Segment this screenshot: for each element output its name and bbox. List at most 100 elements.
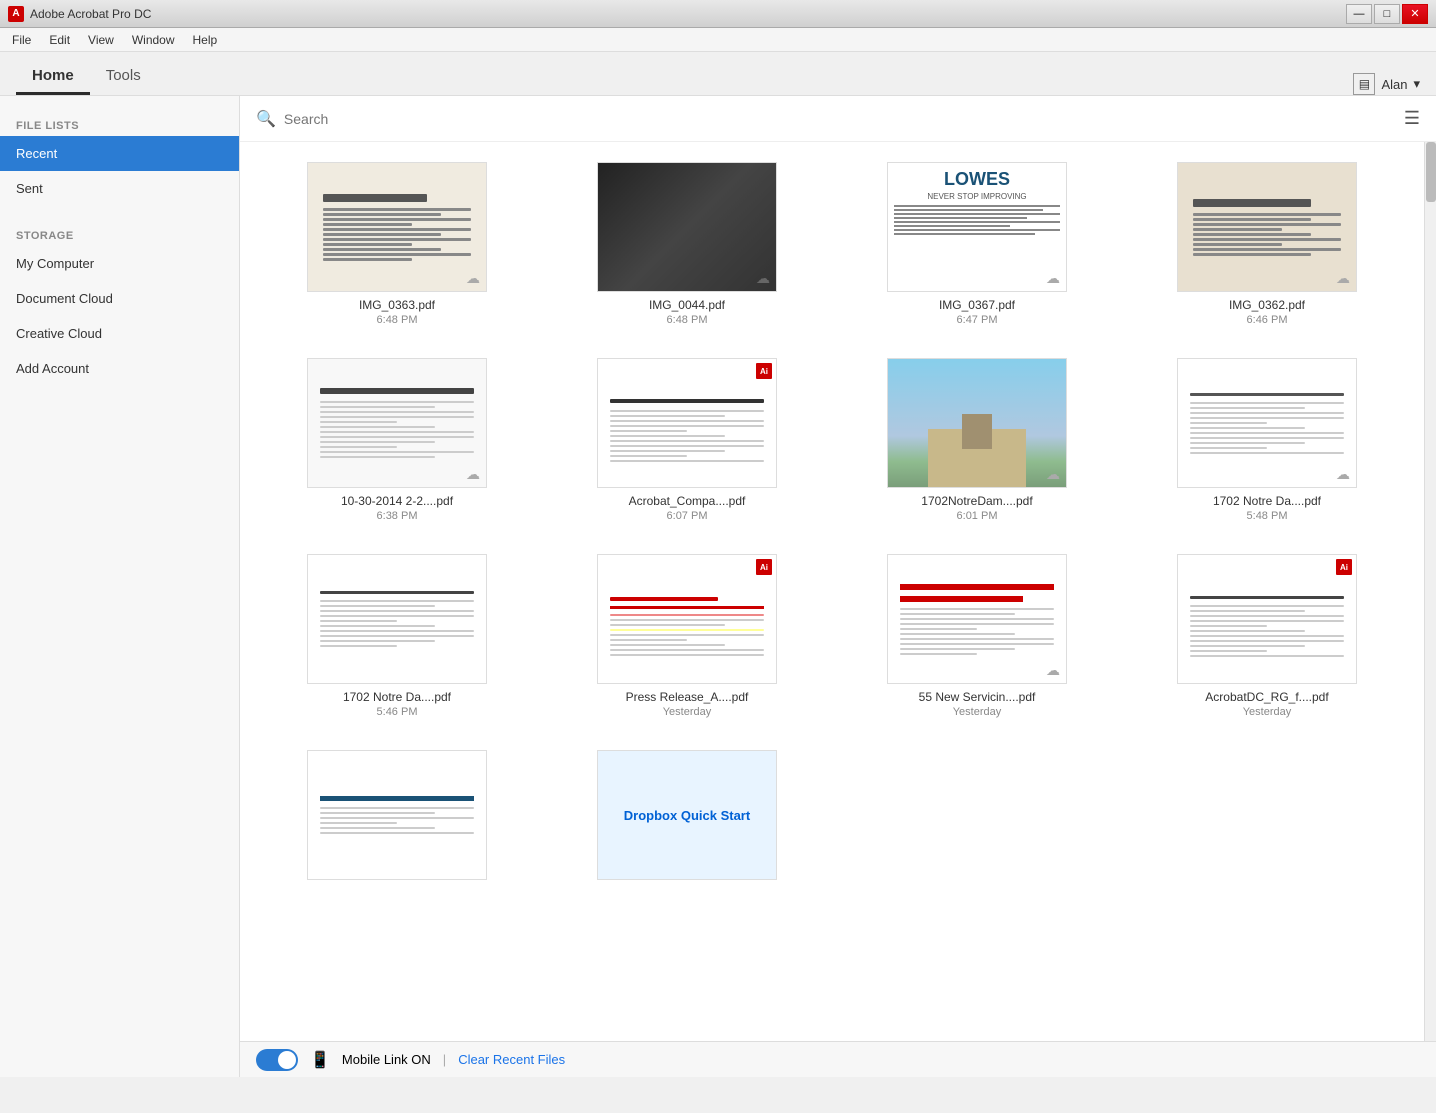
sidebar-item-add-account[interactable]: Add Account xyxy=(0,351,239,386)
clear-recent-files-link[interactable]: Clear Recent Files xyxy=(458,1052,565,1067)
file-name: 1702NotreDam....pdf xyxy=(921,494,1032,508)
file-time: 6:46 PM xyxy=(1247,314,1288,326)
app-title: Adobe Acrobat Pro DC xyxy=(30,7,151,21)
sidebar-item-creative-cloud[interactable]: Creative Cloud xyxy=(0,316,239,351)
sidebar-item-recent[interactable]: Recent xyxy=(0,136,239,171)
file-thumbnail: ☁ xyxy=(1177,162,1357,292)
tab-right-area: ▤ Alan ▾ xyxy=(1353,73,1420,95)
file-item[interactable]: ☁ IMG_0044.pdf 6:48 PM xyxy=(550,158,824,330)
tab-tools[interactable]: Tools xyxy=(90,59,157,95)
adobe-badge: Ai xyxy=(1336,559,1352,575)
user-area[interactable]: ▤ Alan ▾ xyxy=(1353,73,1420,95)
file-thumbnail: Ai xyxy=(597,554,777,684)
sidebar: FILE LISTS Recent Sent STORAGE My Comput… xyxy=(0,96,240,1077)
user-name: Alan xyxy=(1381,77,1407,92)
sidebar-item-document-cloud[interactable]: Document Cloud xyxy=(0,281,239,316)
file-item[interactable]: Ai xyxy=(1130,550,1404,722)
search-icon: 🔍 xyxy=(256,109,276,129)
file-item[interactable]: ☁ IMG_0363.pdf 6:48 PM xyxy=(260,158,534,330)
file-thumbnail: ☁ xyxy=(887,554,1067,684)
file-name: IMG_0367.pdf xyxy=(939,298,1015,312)
search-bar: 🔍 ☰ xyxy=(240,96,1436,142)
file-name: IMG_0362.pdf xyxy=(1229,298,1305,312)
file-lists-label: FILE LISTS xyxy=(0,112,239,136)
adobe-badge: Ai xyxy=(756,559,772,575)
maximize-button[interactable]: □ xyxy=(1374,4,1400,24)
file-time: 5:46 PM xyxy=(377,706,418,718)
scroll-track[interactable] xyxy=(1424,142,1436,1041)
file-time: 6:07 PM xyxy=(667,510,708,522)
file-thumbnail xyxy=(307,750,487,880)
minimize-button[interactable]: — xyxy=(1346,4,1372,24)
file-thumbnail: ☁ xyxy=(1177,358,1357,488)
cloud-sync-icon: ☁ xyxy=(1336,270,1350,287)
file-item[interactable]: Dropbox Quick Start xyxy=(550,746,824,892)
tabs: Home Tools xyxy=(16,59,157,95)
tab-home[interactable]: Home xyxy=(16,59,90,95)
list-view-icon[interactable]: ☰ xyxy=(1404,108,1420,129)
separator: | xyxy=(443,1052,446,1067)
file-thumbnail: ☁ xyxy=(307,358,487,488)
file-item[interactable]: 1702 Notre Da....pdf 5:46 PM xyxy=(260,550,534,722)
file-item[interactable]: ☁ 55 New Servicin....pdf Yesterday xyxy=(840,550,1114,722)
title-bar-left: A Adobe Acrobat Pro DC xyxy=(8,6,151,22)
menu-bar: File Edit View Window Help xyxy=(0,28,1436,52)
file-time: Yesterday xyxy=(663,706,712,718)
menu-window[interactable]: Window xyxy=(124,31,183,49)
mobile-link-toggle[interactable] xyxy=(256,1049,298,1071)
main-layout: FILE LISTS Recent Sent STORAGE My Comput… xyxy=(0,96,1436,1077)
file-item[interactable]: ☁ 1702NotreDam....pdf 6:01 PM xyxy=(840,354,1114,526)
file-time: 6:47 PM xyxy=(957,314,998,326)
sidebar-item-sent[interactable]: Sent xyxy=(0,171,239,206)
file-thumbnail: LOWES NEVER STOP IMPROVING xyxy=(887,162,1067,292)
bottom-bar: 📱 Mobile Link ON | Clear Recent Files xyxy=(240,1041,1436,1077)
file-thumbnail: Ai xyxy=(1177,554,1357,684)
cloud-sync-icon: ☁ xyxy=(756,270,770,287)
file-time: Yesterday xyxy=(1243,706,1292,718)
file-thumbnail: ☁ xyxy=(597,162,777,292)
file-name: 1702 Notre Da....pdf xyxy=(1213,494,1321,508)
cloud-sync-icon: ☁ xyxy=(1046,270,1060,287)
user-dropdown-icon: ▾ xyxy=(1413,76,1420,92)
file-time: 5:48 PM xyxy=(1247,510,1288,522)
dropbox-label: Dropbox Quick Start xyxy=(624,808,750,823)
mobile-icon: 📱 xyxy=(310,1050,330,1070)
file-time: 6:38 PM xyxy=(377,510,418,522)
file-item[interactable]: LOWES NEVER STOP IMPROVING xyxy=(840,158,1114,330)
cloud-sync-icon: ☁ xyxy=(466,466,480,483)
file-name: 55 New Servicin....pdf xyxy=(919,690,1036,704)
file-name: 1702 Notre Da....pdf xyxy=(343,690,451,704)
file-time: 6:01 PM xyxy=(957,510,998,522)
file-name: IMG_0363.pdf xyxy=(359,298,435,312)
file-thumbnail xyxy=(307,554,487,684)
file-item[interactable]: Ai xyxy=(550,550,824,722)
file-time: Yesterday xyxy=(953,706,1002,718)
close-button[interactable]: ✕ xyxy=(1402,4,1428,24)
storage-label: STORAGE xyxy=(0,222,239,246)
file-item[interactable] xyxy=(260,746,534,892)
file-thumbnail: Dropbox Quick Start xyxy=(597,750,777,880)
file-thumbnail: ☁ xyxy=(307,162,487,292)
toggle-knob xyxy=(278,1051,296,1069)
cloud-sync-icon: ☁ xyxy=(466,270,480,287)
user-icon: ▤ xyxy=(1353,73,1375,95)
menu-help[interactable]: Help xyxy=(185,31,226,49)
file-item[interactable]: ☁ IMG_0362.pdf 6:46 PM xyxy=(1130,158,1404,330)
search-input[interactable] xyxy=(284,111,1404,127)
menu-edit[interactable]: Edit xyxy=(41,31,78,49)
search-input-wrap: 🔍 xyxy=(256,109,1404,129)
app-icon: A xyxy=(8,6,24,22)
tab-bar: Home Tools ▤ Alan ▾ xyxy=(0,52,1436,96)
menu-view[interactable]: View xyxy=(80,31,122,49)
mobile-link-label: Mobile Link ON xyxy=(342,1052,431,1067)
sidebar-item-my-computer[interactable]: My Computer xyxy=(0,246,239,281)
file-name: AcrobatDC_RG_f....pdf xyxy=(1205,690,1328,704)
menu-file[interactable]: File xyxy=(4,31,39,49)
file-item[interactable]: ☁ 10-30-2014 2-2....pdf 6:38 PM xyxy=(260,354,534,526)
file-item[interactable]: Ai xyxy=(550,354,824,526)
file-name: 10-30-2014 2-2....pdf xyxy=(341,494,453,508)
file-time: 6:48 PM xyxy=(377,314,418,326)
file-item[interactable]: ☁ 1702 Notre Da....pdf 5:48 PM xyxy=(1130,354,1404,526)
scroll-thumb[interactable] xyxy=(1426,142,1436,202)
cloud-sync-icon: ☁ xyxy=(1046,466,1060,483)
